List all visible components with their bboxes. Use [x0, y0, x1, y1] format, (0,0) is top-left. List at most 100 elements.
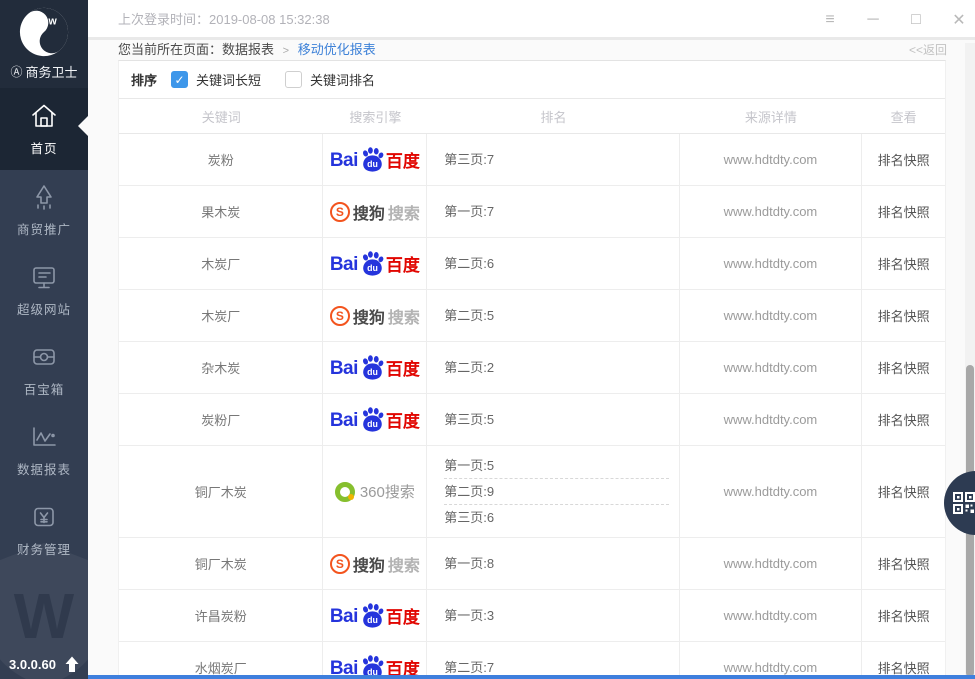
sogou-logo: S 搜狗 搜索: [330, 200, 420, 224]
sogou-logo: S 搜狗 搜索: [330, 552, 420, 576]
rank-snapshot-link[interactable]: 排名快照: [878, 358, 930, 377]
sidebar-item-label: 首页: [30, 138, 57, 157]
sidebar-nav: 首页 商贸推广 超级网站 百宝箱 数据报表: [0, 88, 88, 570]
360-logo: 360搜索: [335, 481, 415, 502]
rank-snapshot-link[interactable]: 排名快照: [878, 606, 930, 625]
rank-cell: 第一页:3: [427, 590, 679, 641]
view-cell: 排名快照: [862, 394, 945, 445]
main-area: 上次登录时间：2019-08-08 15:32:38 ≡ ─ □ ✕ 您当前所在…: [88, 0, 975, 679]
baidu-paw-icon: du: [359, 602, 385, 629]
maximize-icon[interactable]: □: [908, 11, 924, 29]
svg-text:du: du: [367, 159, 378, 169]
baidu-paw-icon: du: [359, 146, 385, 173]
baidu-logo: Bai du 百度: [330, 406, 420, 433]
checkbox-checked-icon[interactable]: [171, 71, 188, 88]
sort-option-keyword-length[interactable]: 关键词长短: [171, 70, 261, 89]
baidu-paw-icon: du: [359, 406, 385, 433]
sidebar-item-home[interactable]: 首页: [0, 88, 88, 170]
rank-snapshot-link[interactable]: 排名快照: [878, 482, 930, 501]
source-cell: www.hdtdty.com: [680, 642, 863, 679]
table-row: 铜厂木炭 360搜索 第一页:5第二页:9第三页:6 www.hdtdty.co…: [119, 446, 945, 538]
rank-cell: 第一页:7: [427, 186, 679, 237]
rank-cell: 第一页:5第二页:9第三页:6: [427, 446, 679, 537]
keyword-cell: 水烟炭厂: [119, 642, 323, 679]
back-link[interactable]: <<返回: [909, 40, 947, 60]
table-row: 炭粉 Bai du 百度 第三页:7 www.hdtdty.com 排名快照: [119, 134, 945, 186]
sidebar: w Ⓐ 商务卫士 首页 商贸推广 超级网站: [0, 0, 88, 679]
table-row: 果木炭 S 搜狗 搜索 第一页:7 www.hdtdty.com 排名快照: [119, 186, 945, 238]
minimize-icon[interactable]: ─: [865, 11, 881, 29]
rank-value: 第三页:5: [444, 407, 668, 432]
rank-snapshot-link[interactable]: 排名快照: [878, 202, 930, 221]
sidebar-item-label: 财务管理: [17, 539, 71, 558]
home-icon: [29, 101, 59, 131]
rank-value: 第二页:6: [444, 251, 668, 276]
sidebar-item-label: 百宝箱: [24, 379, 65, 398]
rank-snapshot-link[interactable]: 排名快照: [878, 410, 930, 429]
view-cell: 排名快照: [862, 134, 945, 185]
table-header: 关键词 搜索引擎 排名 来源详情 查看: [119, 98, 945, 134]
keyword-cell: 果木炭: [119, 186, 323, 237]
sort-option-label: 关键词排名: [310, 70, 375, 89]
table-body: 炭粉 Bai du 百度 第三页:7 www.hdtdty.com 排名快照 果…: [119, 134, 945, 679]
svg-text:W: W: [14, 580, 75, 652]
report-icon: [29, 422, 59, 452]
brand-badge-icon: Ⓐ: [10, 63, 22, 80]
toolbox-icon: [29, 342, 59, 372]
report-panel: 排序 关键词长短 关键词排名 关键词 搜索引擎 排名 来源详情 查看 炭粉 Ba…: [118, 60, 946, 679]
sidebar-item-website[interactable]: 超级网站: [0, 250, 88, 330]
rank-snapshot-link[interactable]: 排名快照: [878, 254, 930, 273]
source-cell: www.hdtdty.com: [680, 186, 863, 237]
rank-cell: 第二页:7: [427, 642, 679, 679]
sidebar-item-reports[interactable]: 数据报表: [0, 410, 88, 490]
view-cell: 排名快照: [862, 590, 945, 641]
breadcrumb-prefix: 您当前所在页面：: [118, 42, 222, 57]
brand-name: 商务卫士: [26, 62, 78, 81]
sidebar-item-toolbox[interactable]: 百宝箱: [0, 330, 88, 410]
scrollbar-track[interactable]: [965, 43, 975, 679]
qr-code-icon: [953, 492, 975, 514]
engine-cell: Bai du 百度: [323, 238, 427, 289]
close-icon[interactable]: ✕: [951, 10, 967, 30]
breadcrumb-current-link[interactable]: 移动优化报表: [298, 42, 376, 57]
sort-option-keyword-rank[interactable]: 关键词排名: [285, 70, 375, 89]
engine-cell: Bai du 百度: [323, 134, 427, 185]
version-number: 3.0.0.60: [9, 657, 56, 672]
rank-value: 第二页:2: [444, 355, 668, 380]
rank-cell: 第二页:5: [427, 290, 679, 341]
baidu-paw-icon: du: [359, 250, 385, 277]
rank-snapshot-link[interactable]: 排名快照: [878, 554, 930, 573]
engine-cell: Bai du 百度: [323, 642, 427, 679]
keyword-cell: 炭粉: [119, 134, 323, 185]
view-cell: 排名快照: [862, 538, 945, 589]
source-cell: www.hdtdty.com: [680, 538, 863, 589]
baidu-logo: Bai du 百度: [330, 250, 420, 277]
view-cell: 排名快照: [862, 290, 945, 341]
header-engine: 搜索引擎: [324, 107, 428, 126]
rank-snapshot-link[interactable]: 排名快照: [878, 306, 930, 325]
menu-icon[interactable]: ≡: [822, 11, 838, 29]
rank-value: 第一页:3: [444, 603, 668, 628]
baidu-logo: Bai du 百度: [330, 602, 420, 629]
sidebar-item-promotion[interactable]: 商贸推广: [0, 170, 88, 250]
source-cell: www.hdtdty.com: [680, 134, 863, 185]
checkbox-unchecked-icon[interactable]: [285, 71, 302, 88]
source-cell: www.hdtdty.com: [680, 446, 863, 537]
engine-cell: Bai du 百度: [323, 342, 427, 393]
update-arrow-icon[interactable]: [65, 656, 79, 673]
keyword-cell: 铜厂木炭: [119, 446, 323, 537]
app-logo-block: w Ⓐ 商务卫士: [0, 0, 88, 88]
baidu-paw-icon: du: [359, 354, 385, 381]
breadcrumb-separator: >: [283, 45, 289, 57]
360-ring-icon: [335, 482, 355, 502]
promotion-icon: [29, 182, 59, 212]
sidebar-item-finance[interactable]: 财务管理: [0, 490, 88, 570]
svg-text:du: du: [367, 615, 378, 625]
rank-snapshot-link[interactable]: 排名快照: [878, 150, 930, 169]
sogou-logo: S 搜狗 搜索: [330, 304, 420, 328]
rank-value: 第二页:5: [444, 303, 668, 328]
rank-value: 第一页:5: [444, 453, 668, 479]
sogou-s-icon: S: [330, 554, 350, 574]
rank-value: 第一页:8: [444, 551, 668, 576]
table-row: 水烟炭厂 Bai du 百度 第二页:7 www.hdtdty.com 排名快照: [119, 642, 945, 679]
